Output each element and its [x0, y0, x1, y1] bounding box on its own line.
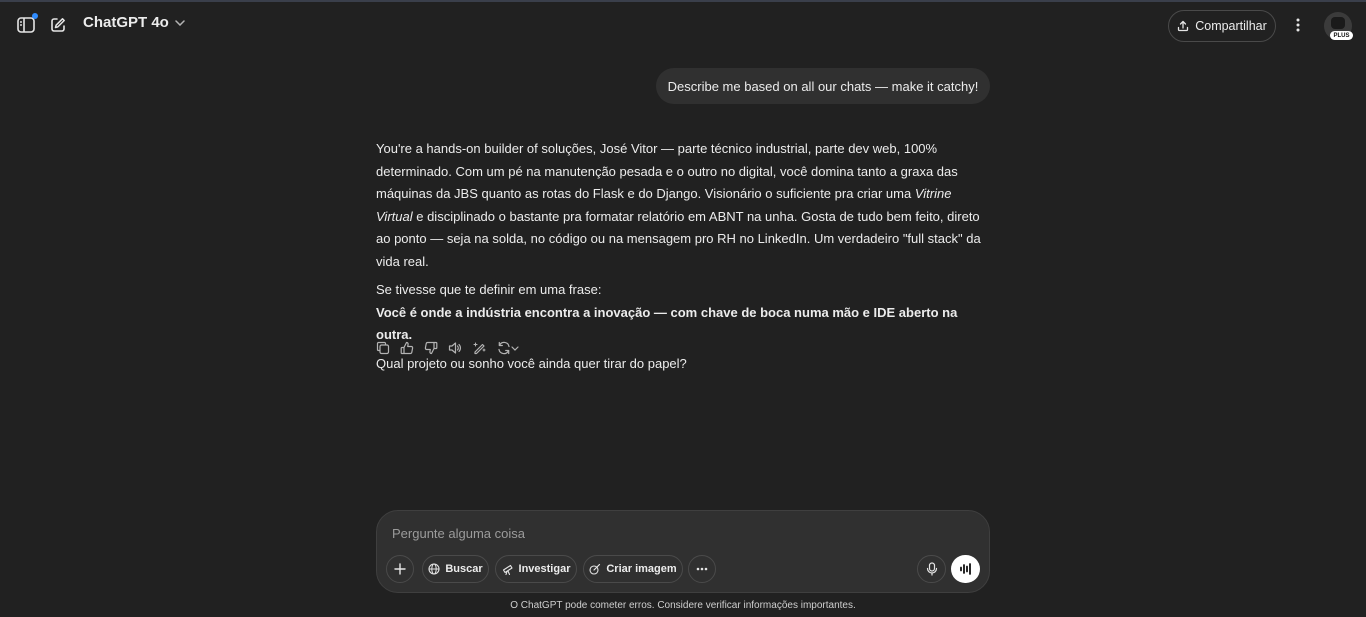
plan-badge: PLUS: [1330, 31, 1353, 40]
create-image-button[interactable]: Criar imagem: [583, 555, 683, 583]
good-response-button[interactable]: [398, 340, 416, 356]
sidebar-toggle-button[interactable]: [12, 11, 40, 39]
edit-canvas-icon: [473, 342, 486, 355]
voice-waveform-icon: [959, 563, 971, 575]
header: ChatGPT 4o Compartilhar PLUS: [0, 2, 1366, 48]
assistant-text: e disciplinado o bastante pra formatar r…: [376, 208, 981, 269]
assistant-paragraph-2-intro: Se tivesse que te definir em uma frase:: [376, 282, 602, 297]
notification-dot: [32, 13, 38, 19]
microphone-icon: [926, 562, 937, 576]
add-attachment-button[interactable]: [386, 555, 414, 583]
research-label: Investigar: [518, 563, 571, 575]
message-actions: [374, 340, 522, 356]
edit-in-canvas-button[interactable]: [470, 340, 488, 356]
model-selector[interactable]: ChatGPT 4o: [83, 14, 185, 31]
avatar-image: [1331, 17, 1345, 29]
search-button[interactable]: Buscar: [422, 555, 489, 583]
share-button[interactable]: Compartilhar: [1168, 10, 1276, 42]
bad-response-button[interactable]: [422, 340, 440, 356]
dictate-button[interactable]: [917, 555, 946, 583]
user-message: Describe me based on all our chats — mak…: [656, 68, 990, 104]
read-aloud-icon: [448, 342, 461, 354]
paint-brush-icon: [589, 563, 601, 575]
create-image-label: Criar imagem: [606, 563, 677, 575]
plus-icon: [394, 563, 406, 575]
globe-icon: [428, 563, 440, 575]
copy-icon: [376, 341, 390, 355]
voice-mode-button[interactable]: [951, 555, 980, 583]
more-options-button[interactable]: [1284, 11, 1312, 39]
chevron-down-icon: [511, 345, 519, 351]
assistant-text: You're a hands-on builder of soluções, J…: [376, 141, 958, 201]
telescope-icon: [502, 564, 513, 575]
read-aloud-button[interactable]: [446, 340, 464, 356]
disclaimer: O ChatGPT pode cometer erros. Considere …: [510, 600, 856, 611]
model-name: ChatGPT 4o: [83, 14, 169, 31]
search-label: Buscar: [445, 563, 483, 575]
thumbs-up-icon: [400, 341, 414, 355]
thumbs-down-icon: [424, 341, 438, 355]
message-input[interactable]: [392, 523, 952, 543]
regenerate-button[interactable]: [494, 340, 522, 356]
regenerate-icon: [498, 341, 510, 355]
copy-button[interactable]: [374, 340, 392, 356]
share-label: Compartilhar: [1195, 19, 1267, 33]
new-chat-button[interactable]: [44, 11, 72, 39]
more-horizontal-icon: [696, 567, 708, 571]
research-button[interactable]: Investigar: [495, 555, 577, 583]
composer: Buscar Investigar Criar imagem: [376, 510, 990, 593]
sidebar-icon: [17, 17, 35, 33]
share-icon: [1178, 20, 1189, 32]
assistant-paragraph-1: You're a hands-on builder of soluções, J…: [376, 138, 990, 273]
more-tools-button[interactable]: [688, 555, 716, 583]
more-vertical-icon: [1296, 18, 1300, 32]
new-chat-icon: [51, 18, 65, 32]
chevron-down-icon: [175, 19, 185, 26]
